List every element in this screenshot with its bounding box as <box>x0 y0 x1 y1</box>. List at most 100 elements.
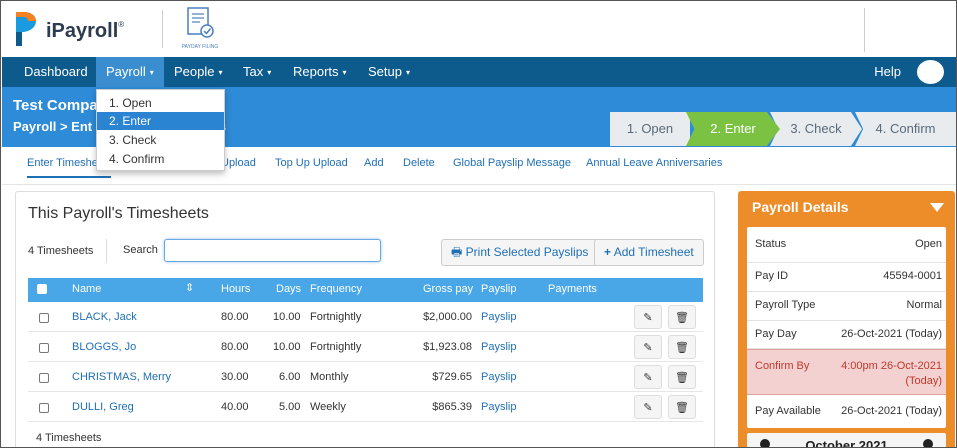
nav-payroll[interactable]: Payroll ▾ <box>96 57 164 87</box>
days: 10.00 <box>273 311 301 323</box>
brand-name: iPayroll® <box>46 20 125 42</box>
menu-item-open[interactable]: 1. Open <box>97 94 224 112</box>
search-label: Search <box>123 244 158 256</box>
employee-name-link[interactable]: DULLI, Greg <box>72 401 134 413</box>
edit-button[interactable]: ✎ <box>634 395 662 419</box>
delete-button[interactable]: 🗑 <box>668 365 696 389</box>
printer-icon: 🖶 <box>451 245 463 259</box>
tab-add[interactable]: Add <box>364 157 384 169</box>
table-row: CHRISTMAS, Merry 30.00 6.00 Monthly $729… <box>28 362 703 392</box>
table-row: BLOGGS, Jo 80.00 10.00 Fortnightly $1,92… <box>28 332 703 362</box>
tab-annual-leave-anniversaries[interactable]: Annual Leave Anniversaries <box>586 157 722 169</box>
next-month-icon[interactable] <box>923 439 933 447</box>
plus-icon: + <box>604 245 612 259</box>
trash-icon: 🗑 <box>675 311 689 324</box>
edit-button[interactable]: ✎ <box>634 335 662 359</box>
top-divider <box>864 8 865 52</box>
row-checkbox[interactable] <box>39 373 49 383</box>
nav-tax[interactable]: Tax ▾ <box>233 57 281 87</box>
col-days: Days <box>276 283 302 295</box>
pencil-icon: ✎ <box>643 401 653 414</box>
timesheet-footer-count: 4 Timesheets <box>36 432 102 444</box>
company-name: Test Compa <box>13 97 98 114</box>
chevron-down-icon: ▾ <box>405 67 410 77</box>
payslip-link[interactable]: Payslip <box>481 371 516 383</box>
payslip-link[interactable]: Payslip <box>481 311 516 323</box>
hours: 30.00 <box>221 371 249 383</box>
menu-item-confirm[interactable]: 4. Confirm <box>97 150 224 168</box>
frequency: Fortnightly <box>310 341 362 353</box>
print-selected-payslips-button[interactable]: 🖶 Print Selected Payslips <box>441 239 599 266</box>
avatar[interactable] <box>917 60 944 84</box>
pencil-icon: ✎ <box>643 311 653 324</box>
gross-pay: $1,923.08 <box>423 341 472 353</box>
menu-item-check[interactable]: 3. Check <box>97 131 224 149</box>
payday-filing-icon <box>187 7 214 38</box>
hours: 40.00 <box>221 401 249 413</box>
delete-button[interactable]: 🗑 <box>668 305 696 329</box>
panel-title: This Payroll's Timesheets <box>28 205 209 222</box>
employee-name-link[interactable]: CHRISTMAS, Merry <box>72 371 171 383</box>
payroll-details-panel: Payroll Details Status Open Pay ID 45594-0… <box>738 191 955 448</box>
step-check[interactable]: 3. Check <box>770 112 862 146</box>
ipayroll-logo-icon <box>14 10 38 48</box>
tab-enter-timesheets[interactable]: Enter Timeshe <box>27 157 98 169</box>
calendar-month: October 2021 <box>805 438 888 448</box>
row-checkbox[interactable] <box>39 403 49 413</box>
employee-name-link[interactable]: BLOGGS, Jo <box>72 341 136 353</box>
top-bar: iPayroll® PAYDAY FILING <box>2 2 956 57</box>
chevron-down-icon: ▾ <box>342 67 347 77</box>
delete-button[interactable]: 🗑 <box>668 395 696 419</box>
frequency: Fortnightly <box>310 311 362 323</box>
pencil-icon: ✎ <box>643 371 653 384</box>
col-name[interactable]: Name <box>72 283 101 295</box>
add-timesheet-button[interactable]: + Add Timesheet <box>594 239 704 266</box>
edit-button[interactable]: ✎ <box>634 365 662 389</box>
edit-button[interactable]: ✎ <box>634 305 662 329</box>
payday-filing-caption: PAYDAY FILING <box>181 44 219 50</box>
timesheet-count: 4 Timesheets <box>28 245 94 257</box>
chevron-down-icon: ▾ <box>267 67 272 77</box>
payday-filing-logo: PAYDAY FILING <box>178 6 222 52</box>
search-input[interactable] <box>164 239 381 262</box>
detail-status: Status Open <box>747 227 946 263</box>
step-open[interactable]: 1. Open <box>610 112 690 146</box>
row-checkbox[interactable] <box>39 313 49 323</box>
select-all-checkbox[interactable] <box>37 284 47 294</box>
payslip-link[interactable]: Payslip <box>481 341 516 353</box>
nav-setup[interactable]: Setup ▾ <box>358 57 420 87</box>
days: 10.00 <box>273 341 301 353</box>
detail-pay-day: Pay Day 26-Oct-2021 (Today) <box>747 321 946 349</box>
step-enter[interactable]: 2. Enter <box>686 112 780 146</box>
detail-payroll-type: Payroll Type Normal <box>747 292 946 321</box>
nav-reports[interactable]: Reports ▾ <box>283 57 357 87</box>
sort-icon[interactable]: ⇕ <box>185 281 194 294</box>
tab-global-payslip-message[interactable]: Global Payslip Message <box>453 157 571 169</box>
menu-item-enter[interactable]: 2. Enter <box>97 112 224 130</box>
trash-icon: 🗑 <box>675 341 689 354</box>
employee-name-link[interactable]: BLACK, Jack <box>72 311 137 323</box>
collapse-triangle-icon[interactable] <box>930 203 944 212</box>
tab-top-up-upload[interactable]: Top Up Upload <box>275 157 348 169</box>
tab-delete[interactable]: Delete <box>403 157 435 169</box>
nav-people[interactable]: People ▾ <box>164 57 233 87</box>
divider <box>106 239 107 263</box>
col-payslip: Payslip <box>481 283 517 295</box>
app-window: iPayroll® PAYDAY FILING Dashboard Payrol… <box>0 0 957 448</box>
payslip-link[interactable]: Payslip <box>481 401 516 413</box>
tab-upload[interactable]: Upload <box>221 157 256 169</box>
hours: 80.00 <box>221 311 249 323</box>
step-confirm[interactable]: 4. Confirm <box>855 112 956 146</box>
table-row: DULLI, Greg 40.00 5.00 Weekly $865.39 Pa… <box>28 392 703 422</box>
col-frequency: Frequency <box>310 283 362 295</box>
timesheets-panel: This Payroll's Timesheets 4 Timesheets S… <box>15 191 715 447</box>
row-checkbox[interactable] <box>39 343 49 353</box>
divider <box>2 184 956 185</box>
gross-pay: $865.39 <box>432 401 472 413</box>
logo-divider <box>162 10 163 48</box>
nav-dashboard[interactable]: Dashboard <box>14 57 98 87</box>
detail-pay-available: Pay Available 26-Oct-2021 (Today) <box>755 405 942 417</box>
nav-help[interactable]: Help <box>874 57 901 87</box>
days: 6.00 <box>279 371 301 383</box>
delete-button[interactable]: 🗑 <box>668 335 696 359</box>
